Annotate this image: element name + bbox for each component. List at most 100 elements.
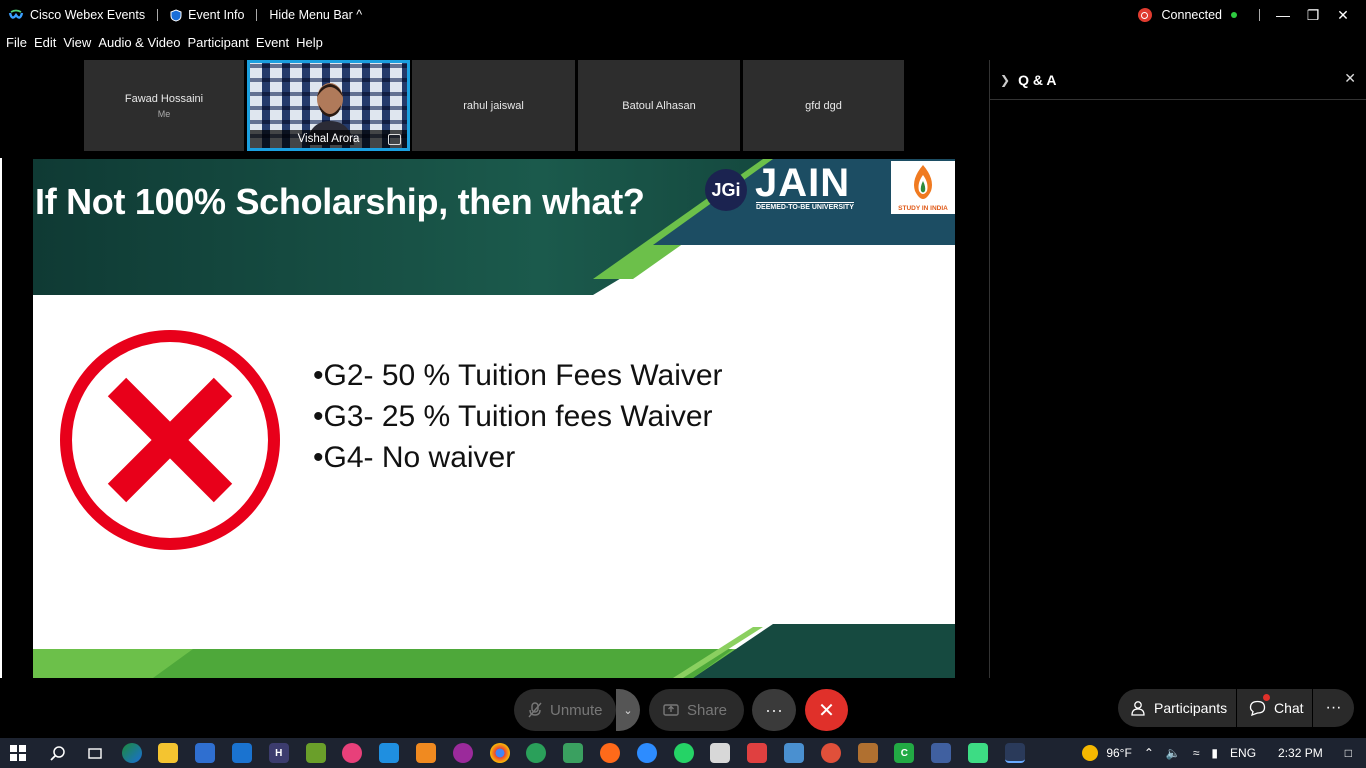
vscode-icon[interactable] [379, 743, 400, 763]
notepad-icon[interactable] [710, 743, 731, 763]
video-name-bar: Vishal Arora [250, 130, 407, 148]
music-icon[interactable] [342, 743, 363, 763]
divider [157, 9, 159, 21]
hide-menu-bar-button[interactable]: Hide Menu Bar ^ [269, 8, 362, 22]
file-explorer-icon[interactable] [158, 743, 179, 763]
app-globe-icon[interactable] [526, 743, 547, 763]
app-red-icon[interactable] [820, 743, 841, 763]
jain-logo-subtitle: DEEMED-TO-BE UNIVERSITY [756, 202, 854, 211]
app-h-icon[interactable]: H [268, 743, 289, 763]
close-panel-icon[interactable]: ✕ [1344, 70, 1356, 87]
battery-icon[interactable]: ▮ [1211, 746, 1218, 760]
clock[interactable]: 2:32 PM [1278, 746, 1323, 760]
app-git-icon[interactable] [747, 743, 768, 763]
app-purple-icon[interactable] [452, 743, 473, 763]
slide-bullets: •G2- 50 % Tuition Fees Waiver •G3- 25 % … [313, 355, 723, 478]
edge-browser-icon[interactable] [121, 743, 142, 763]
microsoft-store-icon[interactable] [195, 743, 216, 763]
notification-icon[interactable]: □ [1345, 746, 1352, 760]
panel-more-options-button[interactable]: ··· [1313, 689, 1354, 727]
chat-button[interactable]: Chat [1237, 689, 1312, 727]
weather-temp[interactable]: 96°F [1106, 746, 1131, 760]
qa-title: Q & A [1018, 71, 1057, 88]
menu-edit[interactable]: Edit [34, 35, 56, 57]
wifi-icon[interactable]: ≈ [1193, 746, 1200, 760]
menu-audio-video[interactable]: Audio & Video [98, 35, 180, 57]
qa-header[interactable]: ❯ Q & A [990, 60, 1366, 100]
webex-taskbar-icon[interactable] [1004, 743, 1025, 763]
muted-mic-icon [528, 702, 542, 718]
chevron-right-icon[interactable]: ❯ [1000, 73, 1010, 87]
jgi-logo: JGi [705, 169, 747, 211]
restore-icon[interactable]: ❐ [1298, 7, 1328, 24]
task-view-icon[interactable] [85, 743, 105, 763]
bullet-item: •G2- 50 % Tuition Fees Waiver [313, 359, 723, 392]
weather-sun-icon [1082, 745, 1099, 761]
volume-icon[interactable]: 🔈 [1166, 746, 1181, 760]
person-icon [1131, 701, 1145, 716]
qa-panel: ❯ Q & A ✕ [989, 60, 1366, 678]
share-label: Share [687, 701, 728, 719]
shield-icon [170, 8, 182, 22]
bullet-item: •G3- 25 % Tuition fees Waiver [313, 400, 713, 433]
windows-start-icon[interactable] [10, 745, 26, 761]
mail-icon[interactable] [231, 743, 252, 763]
participant-name: Fawad Hossaini [124, 92, 204, 105]
stage-edge [0, 158, 2, 678]
participants-button[interactable]: Participants [1118, 689, 1236, 727]
system-tray: 96°F ⌃ 🔈 ≈ ▮ ENG 2:32 PM □ [1082, 738, 1366, 768]
divider [256, 9, 258, 21]
connected-dot-icon [1231, 12, 1237, 18]
menu-help[interactable]: Help [296, 35, 323, 57]
unmute-button[interactable]: Unmute [514, 689, 616, 731]
title-bar: Cisco Webex Events Event Info Hide Menu … [0, 0, 1366, 30]
divider [1259, 9, 1260, 21]
participant-name: gfd dgd [805, 99, 842, 112]
flame-icon [914, 165, 932, 199]
app-c-icon[interactable]: C [894, 743, 915, 763]
audio-options-chevron-icon[interactable]: ⌄ [616, 689, 640, 731]
minimize-icon[interactable]: — [1268, 7, 1298, 23]
search-icon[interactable] [48, 743, 68, 763]
language-indicator[interactable]: ENG [1230, 746, 1256, 760]
sublime-icon[interactable] [415, 743, 436, 763]
connection-status: Connected [1161, 8, 1222, 22]
android-icon[interactable] [967, 743, 988, 763]
app-tri-icon[interactable] [931, 743, 952, 763]
participant-tile[interactable]: Fawad Hossaini Me [84, 60, 244, 151]
menu-bar: File Edit View Audio & Video Participant… [0, 35, 324, 57]
firefox-icon[interactable] [599, 743, 620, 763]
app-green-icon[interactable] [305, 743, 326, 763]
taskbar: H C 96°F ⌃ 🔈 ≈ ▮ ENG 2:32 PM □ [0, 738, 1366, 768]
leave-button[interactable]: ✕ [805, 689, 848, 731]
screen-share-icon [388, 134, 401, 145]
share-icon [663, 704, 679, 716]
share-button[interactable]: Share [649, 689, 744, 731]
participant-name: Batoul Alhasan [622, 99, 696, 112]
close-icon[interactable]: ✕ [1328, 7, 1358, 24]
participants-label: Participants [1154, 700, 1228, 716]
app-bird-icon[interactable] [857, 743, 878, 763]
active-speaker-video-tile[interactable]: Vishal Arora [247, 60, 410, 151]
participant-tile[interactable]: Batoul Alhasan [578, 60, 740, 151]
chat-label: Chat [1274, 700, 1304, 716]
chevron-up-icon[interactable]: ⌃ [1144, 746, 1154, 760]
event-info-button[interactable]: Event Info [170, 8, 244, 22]
app-doc-icon[interactable] [783, 743, 804, 763]
menu-file[interactable]: File [6, 35, 27, 57]
menu-view[interactable]: View [63, 35, 91, 57]
participant-tile[interactable]: rahul jaiswal [412, 60, 575, 151]
webex-logo-icon [8, 9, 24, 19]
whatsapp-icon[interactable] [673, 743, 694, 763]
app-tag-icon[interactable] [563, 743, 584, 763]
menu-event[interactable]: Event [256, 35, 289, 57]
chrome-icon[interactable] [489, 743, 510, 763]
study-in-india-logo: STUDY IN INDIA [891, 161, 955, 214]
study-in-india-label: STUDY IN INDIA [898, 205, 948, 212]
menu-participant[interactable]: Participant [187, 35, 248, 57]
participant-tile[interactable]: gfd dgd [743, 60, 904, 151]
recording-icon [1137, 8, 1152, 22]
zoom-icon[interactable] [636, 743, 657, 763]
jain-logo: JAIN [755, 161, 851, 205]
more-options-button[interactable]: ··· [752, 689, 796, 731]
